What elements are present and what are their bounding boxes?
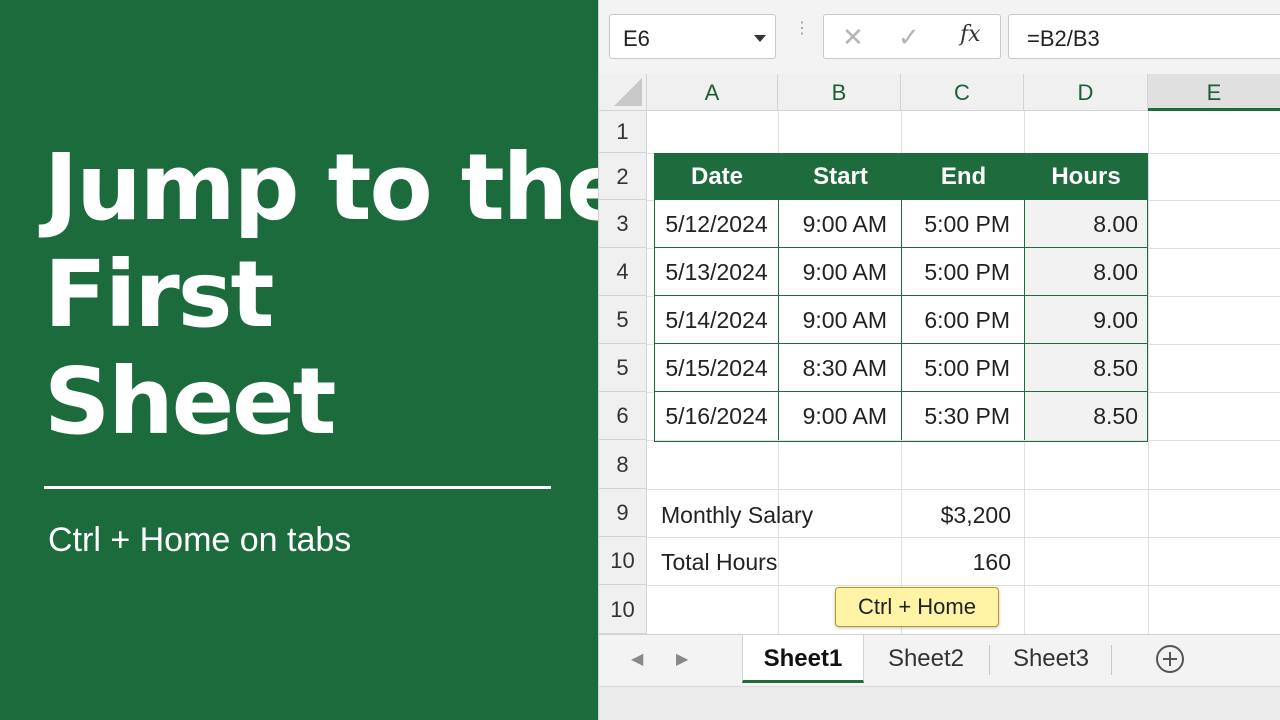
column-header-b[interactable]: B	[778, 74, 901, 111]
sheet-tab-sheet3[interactable]: Sheet3	[991, 635, 1111, 683]
row-header-1[interactable]: 1	[599, 111, 647, 153]
total-hours-label[interactable]: Total Hours	[661, 549, 777, 576]
column-header-c[interactable]: C	[901, 74, 1024, 111]
formula-bar-grip-icon[interactable]: ⋮	[794, 21, 810, 37]
spreadsheet-window: E6 ⋮ ✕ ✓ fx =B2/B3 A B C D E 1 2 3 4 5 5…	[598, 0, 1280, 720]
table-cell[interactable]: 9.00	[1025, 296, 1147, 344]
monthly-salary-label[interactable]: Monthly Salary	[661, 502, 813, 529]
gridline	[647, 537, 1280, 538]
table-cell[interactable]: 8.50	[1025, 392, 1147, 440]
column-header-a[interactable]: A	[647, 74, 778, 111]
sheet-tab-sheet2[interactable]: Sheet2	[866, 635, 986, 683]
promo-title: Jump to the First Sheet	[44, 134, 629, 455]
total-hours-value[interactable]: 160	[973, 549, 1011, 576]
column-header-e[interactable]: E	[1148, 74, 1280, 111]
chevron-right-icon[interactable]: ▶	[676, 649, 688, 669]
table-cell[interactable]: 5/14/2024	[655, 296, 779, 344]
monthly-salary-value[interactable]: $3,200	[941, 502, 1011, 529]
tab-divider	[1111, 645, 1112, 675]
table-header-start[interactable]: Start	[779, 154, 902, 200]
row-header-9[interactable]: 9	[599, 489, 647, 537]
promo-title-line-2: First	[44, 241, 275, 348]
sheet-tab-bar: ◀ ▶ Sheet1 Sheet2 Sheet3	[599, 634, 1280, 686]
table-cell[interactable]: 9:00 AM	[779, 392, 902, 440]
name-box[interactable]: E6	[609, 14, 776, 59]
shortcut-tooltip: Ctrl + Home	[835, 587, 999, 627]
table-header-hours[interactable]: Hours	[1025, 154, 1147, 200]
row-header-4[interactable]: 4	[599, 248, 647, 296]
promo-panel: Jump to the First Sheet Ctrl + Home on t…	[0, 0, 629, 720]
table-cell[interactable]: 5:00 PM	[902, 200, 1025, 248]
column-header-d[interactable]: D	[1024, 74, 1148, 111]
table-header-date[interactable]: Date	[655, 154, 779, 200]
plus-circle-icon[interactable]	[1156, 645, 1184, 673]
table-cell[interactable]: 6:00 PM	[902, 296, 1025, 344]
row-header-6[interactable]: 6	[599, 392, 647, 440]
function-icon[interactable]: fx	[960, 22, 981, 47]
promo-title-line-3: Sheet	[44, 348, 337, 455]
check-icon[interactable]: ✓	[898, 22, 920, 53]
formula-input[interactable]: =B2/B3	[1008, 14, 1280, 59]
select-all-button[interactable]	[599, 74, 647, 111]
formula-text: =B2/B3	[1027, 26, 1100, 51]
table-cell[interactable]: 9:00 AM	[779, 296, 902, 344]
table-cell[interactable]: 9:00 AM	[779, 248, 902, 296]
close-icon[interactable]: ✕	[842, 22, 864, 53]
row-header-8[interactable]: 8	[599, 440, 647, 489]
promo-title-line-1: Jump to the	[44, 134, 629, 241]
hours-table: Date Start End Hours 5/12/2024 9:00 AM 5…	[654, 153, 1148, 442]
table-cell[interactable]: 5/16/2024	[655, 392, 779, 440]
row-header-5b[interactable]: 5	[599, 344, 647, 392]
row-header-10[interactable]: 10	[599, 537, 647, 585]
table-cell[interactable]: 8:30 AM	[779, 344, 902, 392]
table-cell[interactable]: 8.50	[1025, 344, 1147, 392]
name-box-value: E6	[623, 26, 650, 51]
cell-grid[interactable]: A B C D E 1 2 3 4 5 5 6 8 9 10 10 Date S…	[599, 74, 1280, 634]
row-header-5[interactable]: 5	[599, 296, 647, 344]
row-header-10b[interactable]: 10	[599, 585, 647, 634]
gridline	[647, 489, 1280, 490]
table-header-end[interactable]: End	[902, 154, 1025, 200]
table-cell[interactable]: 5:00 PM	[902, 248, 1025, 296]
table-cell[interactable]: 5/15/2024	[655, 344, 779, 392]
chevron-down-icon[interactable]	[754, 35, 766, 42]
status-bar	[599, 686, 1280, 720]
gridline	[1148, 111, 1149, 634]
row-header-2[interactable]: 2	[599, 153, 647, 200]
promo-divider	[44, 486, 551, 489]
table-cell[interactable]: 8.00	[1025, 200, 1147, 248]
table-cell[interactable]: 5:30 PM	[902, 392, 1025, 440]
table-cell[interactable]: 5/13/2024	[655, 248, 779, 296]
sheet-tab-sheet1[interactable]: Sheet1	[742, 635, 864, 683]
table-cell[interactable]: 9:00 AM	[779, 200, 902, 248]
formula-bar-buttons: ✕ ✓ fx	[823, 14, 1001, 59]
row-header-3[interactable]: 3	[599, 200, 647, 248]
table-cell[interactable]: 8.00	[1025, 248, 1147, 296]
promo-subtitle: Ctrl + Home on tabs	[48, 521, 352, 559]
gridline	[647, 585, 1280, 586]
table-cell[interactable]: 5:00 PM	[902, 344, 1025, 392]
chevron-left-icon[interactable]: ◀	[631, 649, 643, 669]
table-cell[interactable]: 5/12/2024	[655, 200, 779, 248]
select-all-icon	[614, 78, 642, 106]
tab-divider	[989, 645, 990, 675]
